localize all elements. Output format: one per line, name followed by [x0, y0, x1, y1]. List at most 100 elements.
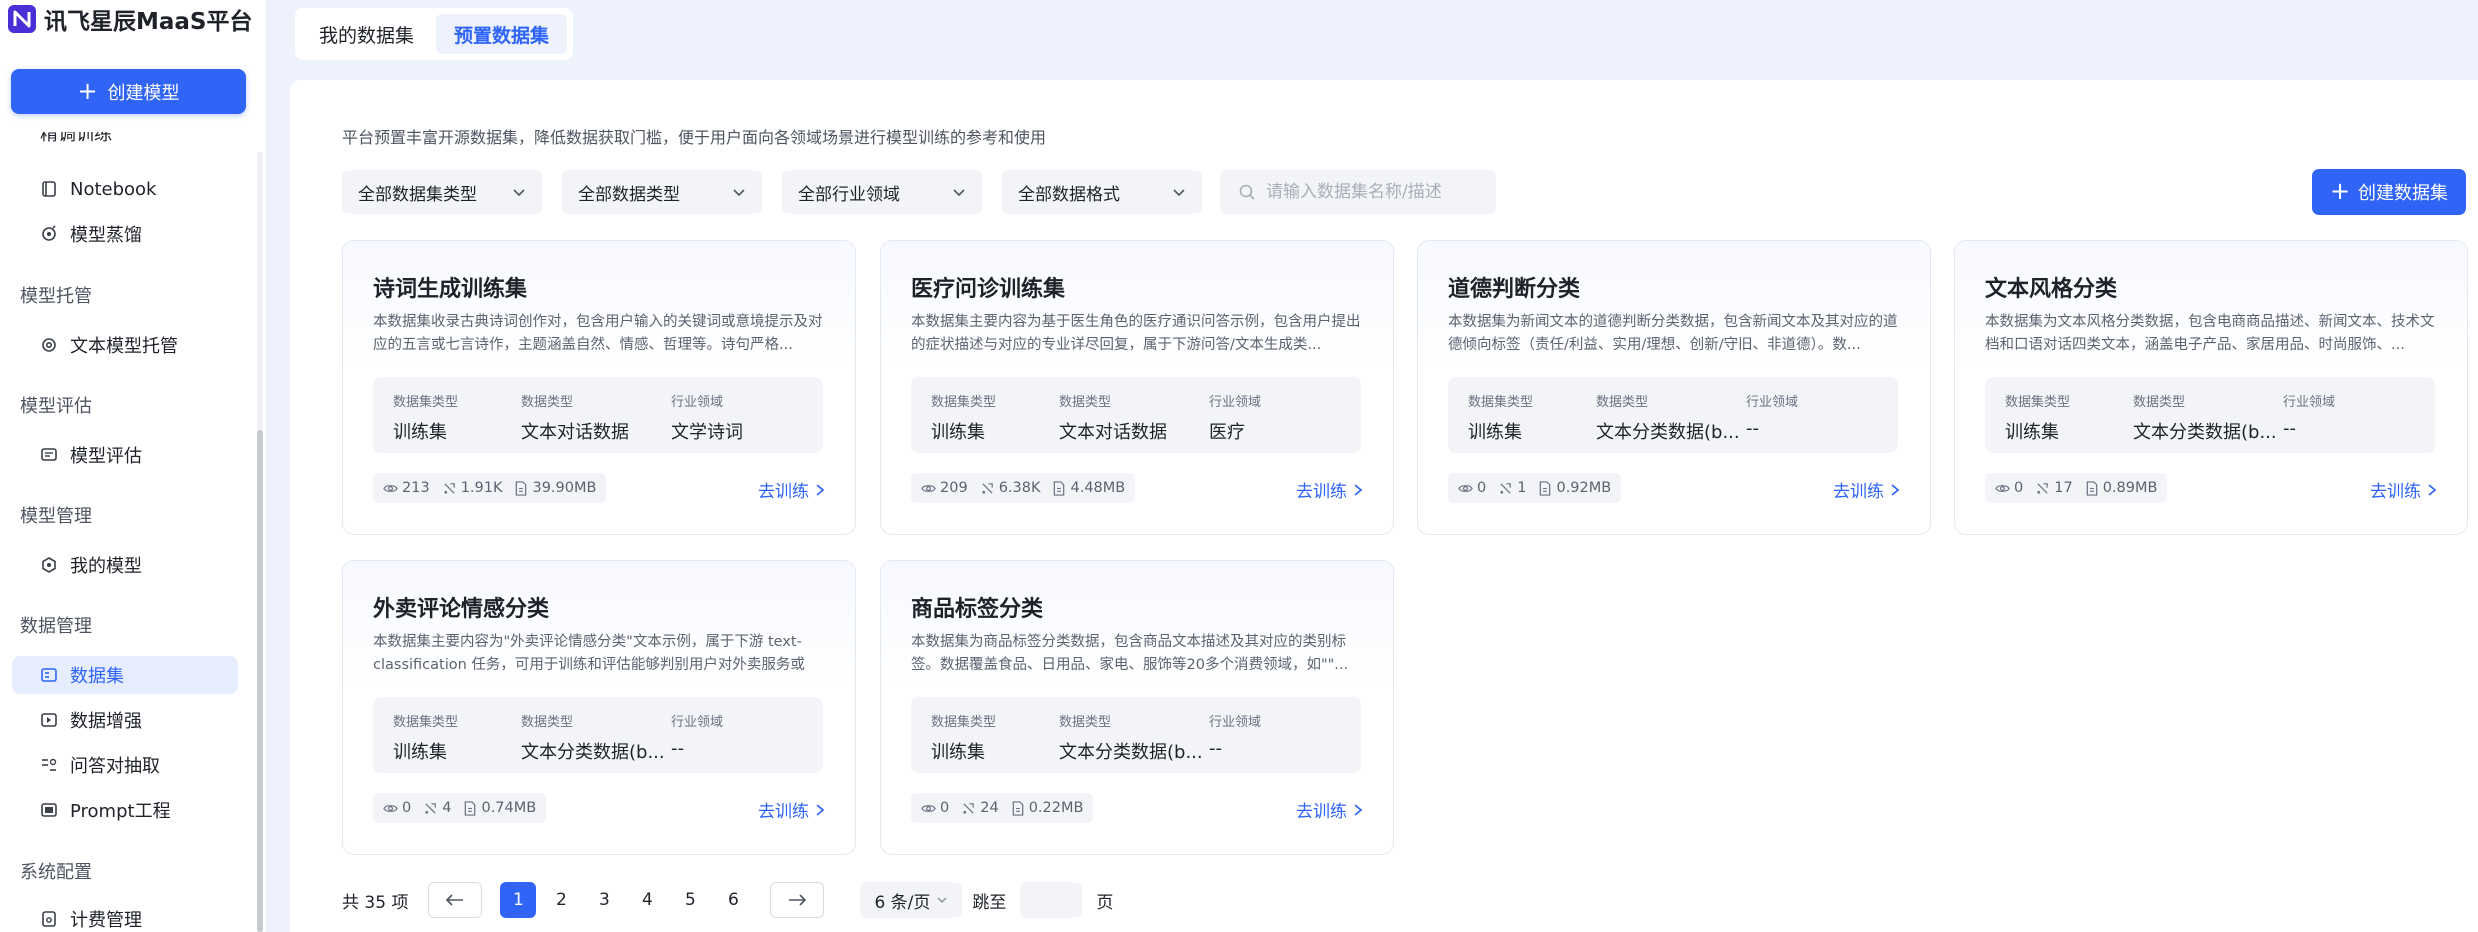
- tab-my-datasets[interactable]: 我的数据集: [301, 14, 432, 54]
- training-icon: [963, 802, 975, 814]
- create-model-button[interactable]: + 创建模型: [11, 69, 246, 114]
- go-train-link[interactable]: 去训练: [2370, 477, 2437, 502]
- sidebar-item-text-hosting[interactable]: 文本模型托管: [12, 326, 238, 364]
- dataset-card[interactable]: 道德判断分类 本数据集为新闻文本的道德判断分类数据，包含新闻文本及其对应的道德倾向…: [1417, 240, 1931, 535]
- chevron-right-icon: [2428, 483, 2437, 496]
- sidebar-item-notebook[interactable]: Notebook: [12, 170, 238, 208]
- meta-value: 训练集: [393, 422, 447, 443]
- training-icon: [2037, 482, 2049, 494]
- page-number-1[interactable]: 1: [500, 882, 537, 918]
- meta-label: 行业领域: [1209, 395, 1262, 410]
- filter-dataset-type[interactable]: 全部数据集类型: [342, 170, 542, 214]
- eye-icon: [1995, 484, 2010, 492]
- tab-preset-datasets[interactable]: 预置数据集: [436, 14, 568, 54]
- filter-data-type[interactable]: 全部数据类型: [562, 170, 762, 214]
- meta-value: 文学诗词: [671, 422, 743, 443]
- page-suffix: 页: [1096, 892, 1114, 913]
- page-number-4[interactable]: 4: [629, 882, 665, 918]
- page-number-3[interactable]: 3: [586, 882, 622, 918]
- go-train-label: 去训练: [758, 482, 809, 502]
- meta-value: 文本分类数据(b...: [1596, 422, 1740, 443]
- file-size: 0.92MB: [1556, 480, 1612, 496]
- page-number-6[interactable]: 6: [715, 882, 751, 918]
- dataset-card[interactable]: 外卖评论情感分类本数据集主要内容为"外卖评论情感分类"文本示例，属于下游 tex…: [342, 560, 856, 855]
- go-train-label: 去训练: [2370, 482, 2421, 502]
- go-train-link[interactable]: 去训练: [1833, 477, 1900, 502]
- plus-icon: +: [2329, 177, 2351, 205]
- sidebar-item-prompt[interactable]: Prompt工程: [12, 791, 238, 829]
- stat-size: 4.48MB: [1052, 480, 1125, 496]
- chevron-down-icon: [937, 897, 947, 903]
- sidebar-item-distill[interactable]: 模型蒸馏: [12, 215, 238, 253]
- card-meta: 数据集类型 训练集 数据类型 文本对话数据 行业领域 文学诗词: [373, 377, 823, 453]
- meta-data-type: 数据类型 文本分类数据(b...: [521, 711, 671, 764]
- meta-label: 行业领域: [671, 395, 724, 410]
- card-title: 外卖评论情感分类: [373, 597, 550, 622]
- meta-dataset-type: 数据集类型 训练集: [931, 391, 996, 444]
- qa-extract-icon: [42, 758, 57, 771]
- sidebar-scrollbar-thumb[interactable]: [257, 430, 263, 932]
- chevron-down-icon: [1173, 189, 1185, 197]
- views-count: 0: [1477, 480, 1487, 496]
- sidebar-item-augment[interactable]: 数据增强: [12, 701, 238, 739]
- go-train-link[interactable]: 去训练: [1296, 797, 1363, 822]
- sidebar-item-evaluate[interactable]: 模型评估: [12, 436, 238, 474]
- jump-page-input[interactable]: [1020, 882, 1083, 918]
- trainings-count: 24: [980, 800, 999, 816]
- meta-label: 数据类型: [1059, 715, 1112, 730]
- stat-views: 213: [383, 480, 430, 496]
- go-train-label: 去训练: [758, 802, 809, 822]
- meta-value: 训练集: [393, 742, 447, 763]
- create-dataset-button[interactable]: + 创建数据集: [2312, 169, 2466, 215]
- meta-data-type: 数据类型 文本分类数据(b...: [1596, 391, 1746, 444]
- go-train-link[interactable]: 去训练: [758, 797, 825, 822]
- sidebar-item-billing[interactable]: 计费管理: [12, 900, 238, 932]
- jump-label: 跳至: [972, 892, 1007, 913]
- sidebar-item-finetune[interactable]: 精调训练: [40, 132, 160, 156]
- hosting-icon: [42, 338, 56, 352]
- eye-icon: [383, 804, 398, 812]
- card-description: 本数据集主要内容为"外卖评论情感分类"文本示例，属于下游 text-classi…: [373, 634, 805, 673]
- page-number-5[interactable]: 5: [672, 882, 708, 918]
- nav-group-title-system: 系统配置: [20, 862, 92, 883]
- card-description: 本数据集为新闻文本的道德判断分类数据，包含新闻文本及其对应的道德倾向标签（责任/…: [1448, 314, 1898, 353]
- meta-value: --: [1209, 738, 1222, 759]
- sidebar-item-qa-extract[interactable]: 问答对抽取: [12, 746, 238, 784]
- logo[interactable]: 讯飞星辰MaaS平台: [8, 0, 253, 38]
- training-icon: [444, 482, 455, 494]
- chevron-down-icon: [513, 189, 525, 197]
- prev-page-button[interactable]: [428, 882, 483, 918]
- stat-size: 0.22MB: [1011, 800, 1083, 816]
- page-size-select[interactable]: 6 条/页: [860, 882, 963, 918]
- card-meta: 数据集类型 训练集 数据类型 文本分类数据(b... 行业领域 --: [911, 697, 1361, 773]
- dataset-card[interactable]: 诗词生成训练集 本数据集收录古典诗词创作对，包含用户输入的关键词或意境提示及对应的…: [342, 240, 856, 535]
- chevron-down-icon: [733, 189, 745, 197]
- filter-industry[interactable]: 全部行业领域: [782, 170, 982, 214]
- go-train-link[interactable]: 去训练: [758, 477, 825, 502]
- meta-label: 数据集类型: [931, 715, 997, 730]
- trainings-count: 1: [1517, 480, 1527, 496]
- stat-size: 39.90MB: [514, 480, 596, 496]
- filter-data-format[interactable]: 全部数据格式: [1002, 170, 1202, 214]
- meta-value: --: [1746, 418, 1759, 439]
- prompt-icon: [41, 803, 57, 817]
- page-description: 平台预置丰富开源数据集，降低数据获取门槛，便于用户面向各领域场景进行模型训练的参…: [342, 128, 1047, 147]
- card-description: 本数据集收录古典诗词创作对，包含用户输入的关键词或意境提示及对应的五言或七言诗作…: [373, 314, 823, 353]
- sidebar-item-my-model[interactable]: 我的模型: [12, 546, 238, 584]
- meta-value: 文本对话数据: [521, 422, 629, 443]
- file-size-icon: [1012, 800, 1023, 816]
- dataset-card[interactable]: 商品标签分类 本数据集为商品标签分类数据，包含商品文本描述及其对应的类别标签。数据…: [880, 560, 1394, 855]
- file-size-icon: [465, 800, 476, 816]
- trainings-count: 1.91K: [460, 480, 503, 496]
- dataset-card[interactable]: 医疗问诊训练集 本数据集主要内容为基于医生角色的医疗通识问答示例，包含用户提出的症…: [880, 240, 1394, 535]
- stat-size: 0.92MB: [1538, 480, 1611, 496]
- dataset-card[interactable]: 文本风格分类 本数据集为文本风格分类数据，包含电商商品描述、新闻文本、技术文档和口…: [1954, 240, 2468, 535]
- dataset-icon: [41, 668, 57, 682]
- go-train-link[interactable]: 去训练: [1296, 477, 1363, 502]
- search-input[interactable]: [1266, 182, 1476, 202]
- sidebar-item-dataset[interactable]: 数据集: [12, 656, 238, 694]
- page-number-2[interactable]: 2: [543, 882, 579, 918]
- file-size: 4.48MB: [1070, 480, 1126, 496]
- views-count: 213: [402, 480, 430, 496]
- next-page-button[interactable]: [770, 882, 825, 918]
